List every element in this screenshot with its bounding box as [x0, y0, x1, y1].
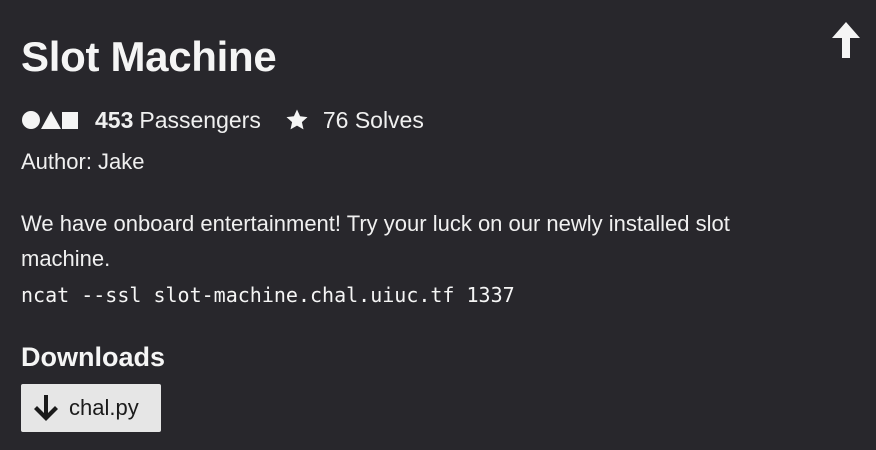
- solves-count: 76 Solves: [322, 106, 424, 133]
- connection-command: ncat --ssl slot-machine.chal.uiuc.tf 133…: [21, 283, 515, 307]
- challenge-description: We have onboard entertainment! Try your …: [21, 211, 730, 271]
- arrow-down-icon: [34, 395, 58, 421]
- download-file-name: chal.py: [69, 395, 139, 420]
- passengers-label: Passengers: [139, 106, 261, 133]
- shapes-icon: [21, 109, 79, 131]
- author: Author: Jake: [21, 149, 145, 174]
- page-title: Slot Machine: [21, 33, 277, 80]
- challenge-stats: 453 Passengers 76 Solves: [21, 106, 424, 134]
- downloads-heading: Downloads: [21, 342, 166, 372]
- arrow-up-icon[interactable]: [830, 20, 862, 60]
- star-icon: [286, 109, 308, 130]
- passengers-count: 453: [95, 106, 134, 133]
- download-chal-py-button[interactable]: chal.py: [21, 384, 161, 432]
